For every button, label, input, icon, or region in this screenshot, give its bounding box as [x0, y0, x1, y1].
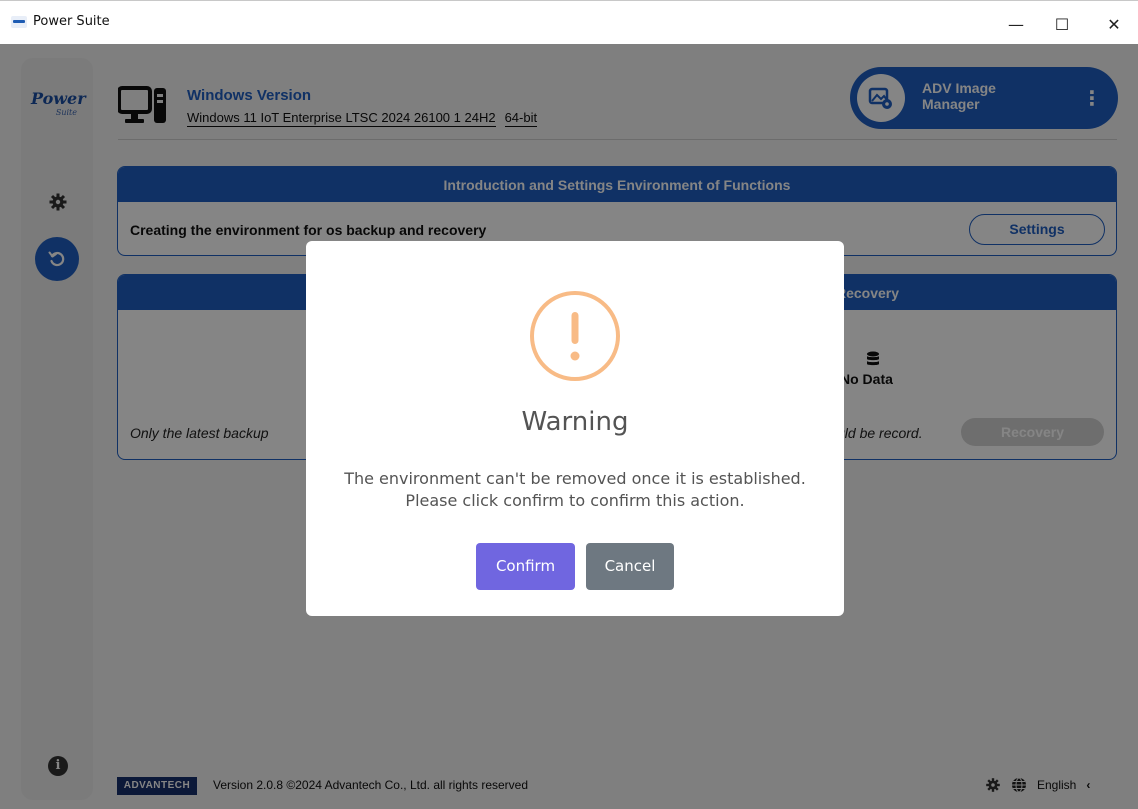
warning-dialog: Warning The environment can't be removed…: [306, 241, 844, 616]
app-icon: [11, 16, 27, 28]
close-button[interactable]: ✕: [1094, 9, 1134, 39]
confirm-button[interactable]: Confirm: [476, 543, 575, 590]
minimize-button[interactable]: —: [996, 9, 1036, 39]
dialog-message: The environment can't be removed once it…: [344, 469, 806, 510]
warning-icon: [530, 291, 620, 381]
dialog-title: Warning: [521, 407, 629, 437]
title-bar: Power Suite — ☐ ✕: [0, 0, 1138, 44]
maximize-button[interactable]: ☐: [1042, 9, 1082, 39]
cancel-button[interactable]: Cancel: [586, 543, 674, 590]
window-title: Power Suite: [33, 14, 110, 29]
